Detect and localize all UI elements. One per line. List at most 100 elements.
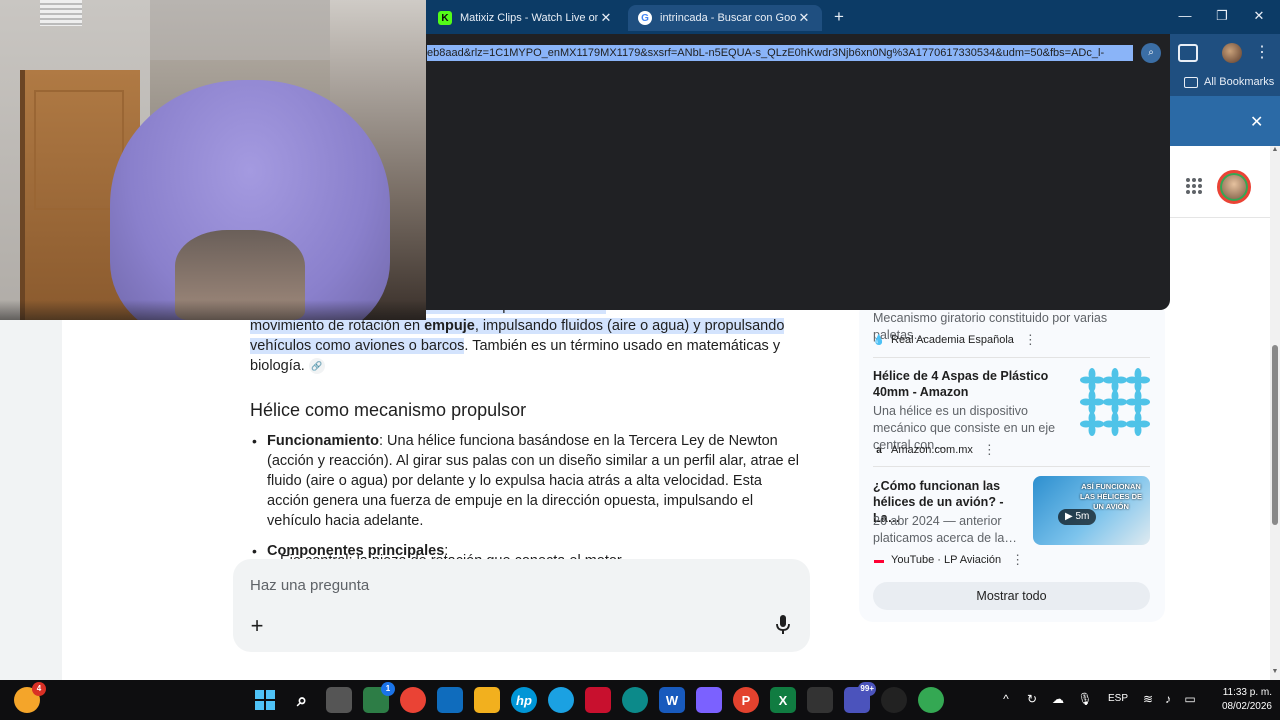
- scrollbar-thumb[interactable]: [1272, 345, 1278, 525]
- google-account-avatar[interactable]: [1217, 170, 1251, 204]
- bullet-term: Funcionamiento: [267, 433, 379, 449]
- profile-avatar[interactable]: [1222, 43, 1242, 63]
- kick-icon: K: [438, 11, 452, 25]
- webcam-shadow: [0, 300, 426, 320]
- link-icon[interactable]: 🔗: [308, 358, 325, 375]
- bullet-list: Funcionamiento: Una hélice funciona basá…: [250, 431, 800, 571]
- all-bookmarks-label: All Bookmarks: [1204, 76, 1275, 88]
- copilot-icon[interactable]: [696, 687, 722, 713]
- outlook-icon[interactable]: [437, 687, 463, 713]
- new-tab-button[interactable]: +: [830, 8, 848, 26]
- tab-google-search[interactable]: G intrincada - Buscar con Google ✕: [628, 5, 822, 31]
- mcafee-icon[interactable]: [585, 687, 611, 713]
- hp-icon[interactable]: hp: [511, 687, 537, 713]
- browser-menu-icon[interactable]: ⋮: [1254, 43, 1270, 63]
- excel-icon[interactable]: X: [770, 687, 796, 713]
- scroll-down-arrow-icon[interactable]: ▼: [1270, 668, 1280, 675]
- battery-icon[interactable]: ▭: [1182, 692, 1198, 706]
- volume-icon[interactable]: ♪: [1160, 692, 1176, 706]
- source-snippet: 26 abr 2024 — anterior platicamos acerca…: [873, 514, 1017, 545]
- notification-badge: 99+: [858, 682, 876, 696]
- sources-panel: [859, 300, 1165, 622]
- word-icon[interactable]: W: [659, 687, 685, 713]
- app-icon[interactable]: [881, 687, 907, 713]
- tab-title: Matixiz Clips - Watch Live on K: [460, 12, 598, 24]
- window-close-button[interactable]: ✕: [1240, 6, 1278, 26]
- source-site[interactable]: 💧 Real Academia Española ⋮: [873, 332, 1037, 348]
- pinned-app-icon[interactable]: 4: [14, 682, 46, 713]
- clock-date: 08/02/2026: [1221, 701, 1272, 712]
- intro-line-2a: movimiento de rotación en: [250, 318, 425, 334]
- terminal-icon[interactable]: [807, 687, 833, 713]
- powerpoint-icon[interactable]: P: [733, 687, 759, 713]
- notification-badge: 4: [32, 682, 46, 696]
- propeller-product-image[interactable]: [1080, 368, 1150, 436]
- more-options-icon[interactable]: ⋮: [1024, 332, 1037, 348]
- microphone-icon[interactable]: [776, 615, 790, 635]
- webcam-overlay: [0, 0, 426, 320]
- source-site-name: Real Academia Española: [891, 334, 1014, 346]
- more-options-icon[interactable]: ⋮: [1011, 552, 1024, 568]
- clock-time: 11:33 p. m.: [1222, 687, 1272, 698]
- edge-icon[interactable]: [622, 687, 648, 713]
- video-thumbnail-text: ASÍ FUNCIONAN LAS HÉLICES DE UN AVIÓN: [1079, 482, 1143, 511]
- ask-input[interactable]: Haz una pregunta: [250, 577, 369, 594]
- youtube-icon: ▬: [874, 554, 884, 566]
- scroll-up-arrow-icon[interactable]: ▲: [1270, 146, 1280, 153]
- divider: [873, 466, 1150, 467]
- chrome-icon[interactable]: [400, 687, 426, 713]
- source-site[interactable]: ▬ YouTube · LP Aviación ⋮: [873, 552, 1024, 568]
- minimize-button[interactable]: —: [1166, 6, 1204, 26]
- amazon-icon: a: [876, 444, 882, 456]
- source-site-name: Amazon.com.mx: [891, 444, 973, 456]
- intro-line-3b: . También es un término usado en matemát…: [464, 338, 781, 354]
- rae-icon: 💧: [872, 334, 886, 346]
- cloud-icon[interactable]: ☁: [1050, 692, 1066, 706]
- source-site[interactable]: a Amazon.com.mx ⋮: [873, 442, 996, 458]
- webcam-vent: [40, 0, 82, 26]
- chrome-profile-icon[interactable]: [918, 687, 944, 713]
- task-view-icon[interactable]: [326, 687, 352, 713]
- ask-box[interactable]: [233, 559, 810, 652]
- duration-text: 5m: [1075, 511, 1090, 522]
- app-icon[interactable]: [548, 687, 574, 713]
- list-item: Funcionamiento: Una hélice funciona basá…: [250, 431, 800, 531]
- url-input[interactable]: eb8aad&rlz=1C1MYPO_enMX1179MX1179&sxsrf=…: [427, 45, 1133, 61]
- notification-badge: 1: [381, 682, 395, 696]
- close-tab-icon[interactable]: ✕: [598, 10, 614, 26]
- tab-matixiz[interactable]: K Matixiz Clips - Watch Live on K ✕: [428, 5, 624, 31]
- file-explorer-icon[interactable]: [474, 687, 500, 713]
- all-bookmarks-button[interactable]: All Bookmarks: [1184, 76, 1274, 88]
- play-icon: ▶: [1065, 511, 1076, 522]
- google-apps-icon[interactable]: [1186, 178, 1202, 194]
- store-icon[interactable]: 1: [363, 682, 395, 713]
- show-all-button[interactable]: Mostrar todo: [873, 582, 1150, 610]
- add-button[interactable]: +: [248, 613, 266, 639]
- more-options-icon[interactable]: ⋮: [983, 442, 996, 458]
- start-menu-icon[interactable]: [252, 687, 278, 713]
- show-hidden-icons[interactable]: ^: [998, 692, 1014, 706]
- tab-title: intrincada - Buscar con Google: [660, 12, 796, 24]
- omnibox-dropdown: [416, 34, 1170, 310]
- intro-line-4: biología.: [250, 358, 305, 374]
- search-lens-icon[interactable]: ⌕: [1141, 43, 1161, 63]
- extensions-icon[interactable]: [1178, 44, 1198, 62]
- close-tab-icon[interactable]: ✕: [796, 10, 812, 26]
- language-indicator[interactable]: ESP: [1108, 693, 1128, 704]
- microphone-tray-icon[interactable]: 🎙: [1077, 692, 1093, 706]
- section-heading: Hélice como mecanismo propulsor: [250, 400, 527, 420]
- folder-icon: [1184, 76, 1198, 88]
- search-icon[interactable]: ⌕: [289, 687, 315, 713]
- clock[interactable]: 11:33 p. m. 08/02/2026: [1206, 686, 1272, 714]
- intro-line-3a: vehículos como aviones o barcos: [250, 338, 465, 354]
- wifi-icon[interactable]: ≋: [1140, 692, 1156, 706]
- maximize-button[interactable]: ❐: [1203, 6, 1241, 26]
- infobar-close-icon[interactable]: ✕: [1250, 112, 1263, 132]
- teams-icon[interactable]: 99+: [844, 682, 876, 713]
- google-icon: G: [638, 11, 652, 25]
- intro-term-empuje: empuje: [424, 318, 475, 334]
- sync-icon[interactable]: ↻: [1024, 692, 1040, 706]
- source-title[interactable]: Hélice de 4 Aspas de Plástico 40mm - Ama…: [873, 368, 1073, 400]
- source-site-name: YouTube · LP Aviación: [891, 554, 1002, 566]
- video-duration-badge: ▶ 5m: [1058, 509, 1097, 525]
